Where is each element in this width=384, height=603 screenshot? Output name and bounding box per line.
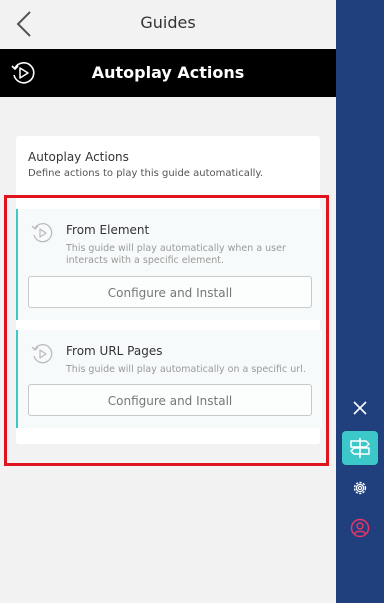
option-title: From URL Pages [66,344,163,358]
configure-install-button[interactable]: Configure and Install [28,384,312,416]
card-description: Define actions to play this guide automa… [28,168,264,179]
guides-signpost-icon [350,438,370,458]
option-from-url-pages: From URL Pages This guide will play auto… [16,330,322,428]
configure-install-button[interactable]: Configure and Install [28,276,312,308]
autoplay-icon [31,223,53,243]
option-description: This guide will play automatically when … [66,243,286,266]
card-title: Autoplay Actions [28,150,129,164]
option-description: This guide will play automatically on a … [66,364,306,375]
gear-icon[interactable] [351,479,369,497]
right-sidebar [336,0,384,603]
main-panel: Guides Autoplay Actions Autoplay Actions… [0,0,336,603]
autoplay-card: Autoplay Actions Define actions to play … [16,136,322,444]
option-from-element: From Element This guide will play automa… [16,209,322,320]
user-icon[interactable] [350,518,370,538]
autoplay-icon [31,344,53,364]
header: Guides [0,0,336,50]
close-icon[interactable] [352,400,368,416]
section-title: Autoplay Actions [91,63,245,82]
guides-button[interactable] [342,431,378,465]
section-title-bar: Autoplay Actions [0,49,336,97]
option-title: From Element [66,223,150,237]
page-title: Guides [140,13,196,32]
